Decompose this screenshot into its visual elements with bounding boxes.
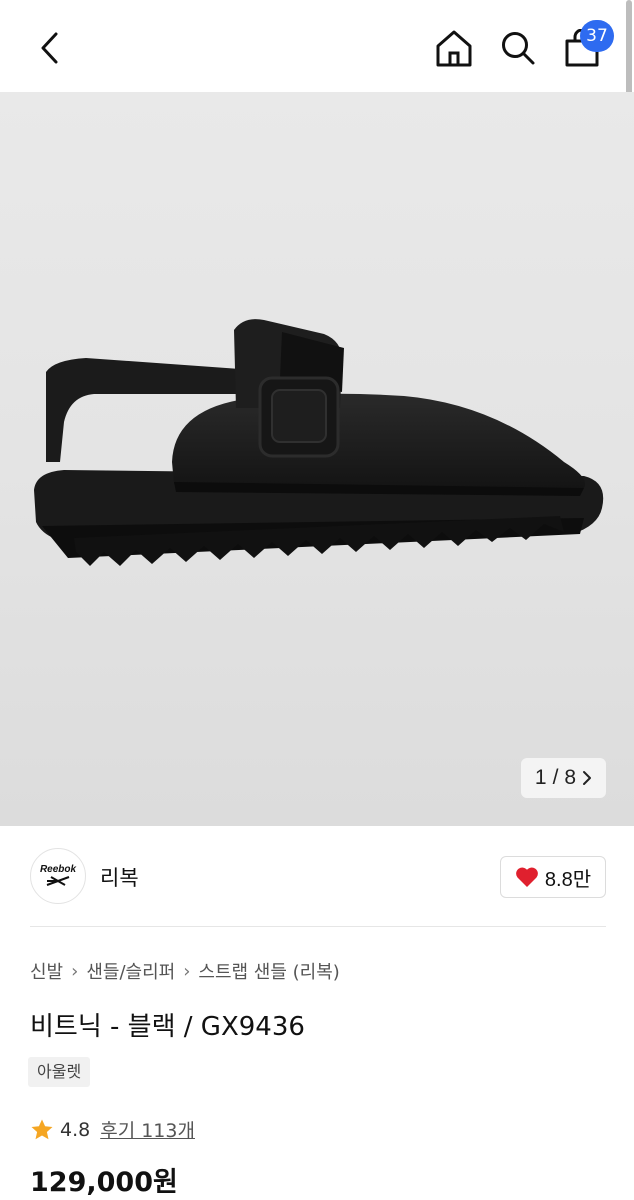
brand-logo[interactable]: Reebok xyxy=(30,848,86,904)
like-button[interactable]: 8.8만 xyxy=(500,856,606,898)
reviews-link[interactable]: 후기 113개 xyxy=(100,1116,195,1143)
heart-icon xyxy=(516,867,538,887)
brand-row: Reebok 리복 8.8만 xyxy=(30,846,606,908)
chevron-right-icon: › xyxy=(71,960,79,982)
breadcrumb: 신발 › 샌들/슬리퍼 › 스트랩 샌들 (리복) xyxy=(30,958,340,984)
like-count: 8.8만 xyxy=(544,868,592,891)
rating-value: 4.8 xyxy=(60,1118,91,1141)
product-price: 129,000원 xyxy=(30,1167,178,1198)
product-image-carousel[interactable]: 1 / 8 xyxy=(0,92,634,826)
breadcrumb-item[interactable]: 샌들/슬리퍼 xyxy=(86,958,175,984)
page-separator: / xyxy=(552,766,559,789)
chevron-left-icon xyxy=(41,32,58,64)
product-image xyxy=(34,319,604,566)
search-button[interactable] xyxy=(494,24,542,72)
chevron-right-icon xyxy=(583,771,592,785)
home-button[interactable] xyxy=(430,24,478,72)
breadcrumb-item[interactable]: 스트랩 샌들 (리복) xyxy=(198,958,339,984)
brand-logo-text: Reebok xyxy=(39,864,77,875)
top-navigation-bar: 37 xyxy=(0,0,634,92)
divider xyxy=(30,926,606,927)
total-pages: 8 xyxy=(564,766,577,789)
current-page: 1 xyxy=(534,766,547,789)
chevron-right-icon: › xyxy=(183,960,191,982)
outlet-badge: 아울렛 xyxy=(28,1057,91,1087)
search-icon xyxy=(502,32,535,65)
reebok-delta-icon xyxy=(46,876,70,886)
home-icon xyxy=(436,30,472,67)
cart-count-badge: 37 xyxy=(580,20,614,52)
rating-summary: 4.8 후기 113개 xyxy=(30,1116,195,1143)
back-button[interactable] xyxy=(28,26,72,70)
image-page-indicator[interactable]: 1 / 8 xyxy=(521,758,606,798)
star-icon xyxy=(31,1119,53,1139)
brand-name[interactable]: 리복 xyxy=(100,862,139,892)
breadcrumb-item[interactable]: 신발 xyxy=(30,958,63,984)
scrollbar[interactable] xyxy=(626,0,632,104)
product-title: 비트닉 - 블랙 / GX9436 xyxy=(30,1012,305,1042)
